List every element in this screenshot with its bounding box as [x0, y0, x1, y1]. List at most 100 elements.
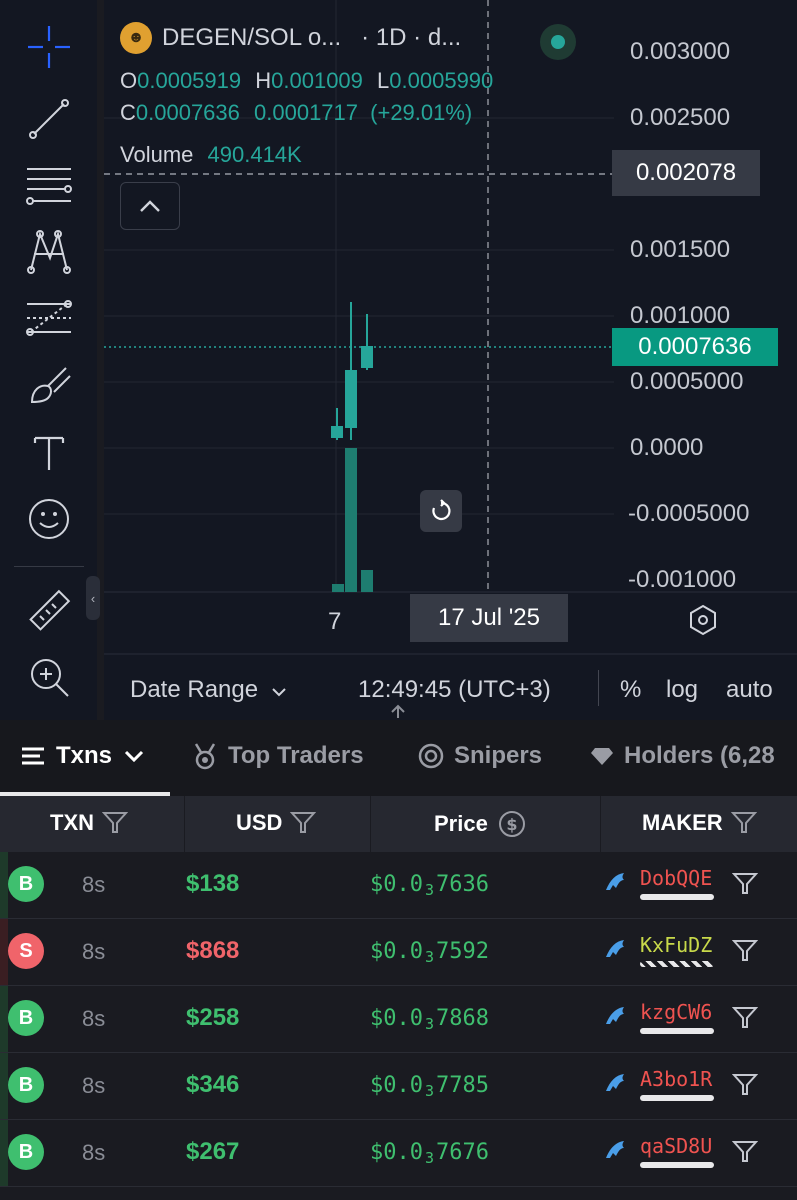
close-label: C	[120, 100, 136, 125]
volume-bar	[361, 570, 373, 592]
table-row[interactable]: B 8s $267 $0.0 37676 qaSD8U	[0, 1120, 797, 1187]
diamond-icon	[591, 748, 613, 765]
txn-usd: $868	[186, 937, 240, 964]
column-label: MAKER	[642, 810, 723, 835]
filter-icon	[102, 812, 128, 833]
token-logo: ☻	[120, 22, 152, 54]
maker-holding-bar	[640, 894, 714, 900]
collapse-toolbar-button[interactable]: ‹	[86, 576, 100, 620]
txn-usd: $346	[186, 1071, 240, 1098]
tab-label: Txns	[56, 742, 113, 769]
price-digits: 7868	[436, 1006, 489, 1031]
high-label: H	[255, 68, 272, 93]
filter-icon[interactable]	[732, 1006, 758, 1030]
volume-value: 490.414K	[207, 142, 302, 167]
maker-holding-bar	[640, 1162, 714, 1168]
txn-age: 8s	[82, 1006, 106, 1031]
dolphin-icon	[606, 1007, 624, 1024]
maker-address[interactable]: KxFuDZ	[640, 933, 712, 957]
clock-timezone[interactable]: 12:49:45 (UTC+3)	[358, 676, 551, 704]
reset-chart-button[interactable]	[420, 490, 462, 532]
txn-price: $0.0 37592	[370, 939, 489, 966]
date-range-dropdown[interactable]: Date Range	[130, 676, 287, 704]
maker-address[interactable]: kzgCW6	[640, 1000, 712, 1024]
table-row[interactable]: B 8s $138 $0.0 37636 DobQQE	[0, 852, 797, 919]
maker-holding-bar	[640, 1028, 714, 1034]
time-axis-label: 7	[328, 608, 342, 635]
symbol-name: DEGEN/SOL o...	[162, 24, 342, 51]
collapse-legend-button[interactable]	[120, 182, 180, 230]
text-tool[interactable]	[22, 426, 76, 480]
target-icon	[418, 743, 444, 769]
price-axis-label: -0.0005000	[628, 500, 750, 527]
maker-address[interactable]: A3bo1R	[640, 1067, 712, 1091]
column-header-price[interactable]: Price $	[434, 810, 526, 838]
column-header-usd[interactable]: USD	[236, 810, 317, 836]
column-divider	[184, 796, 185, 852]
crosshair-tool[interactable]	[22, 20, 76, 74]
column-divider	[370, 796, 371, 852]
price-prefix: $0.0	[370, 939, 423, 964]
table-row[interactable]: B 8s $258 $0.0 37868 kzgCW6	[0, 986, 797, 1053]
txn-price: $0.0 37868	[370, 1006, 489, 1033]
row-side-indicator	[0, 852, 8, 918]
price-axis-label: 0.0005000	[630, 368, 744, 395]
currency-toggle-icon: $	[498, 811, 525, 837]
tab-top-traders[interactable]: Top Traders	[192, 742, 364, 770]
brush-tool[interactable]	[22, 358, 76, 412]
tab-txns[interactable]: Txns	[22, 742, 144, 770]
auto-scale-toggle[interactable]: auto	[726, 676, 773, 704]
ruler-tool[interactable]	[22, 584, 76, 638]
txn-age: 8s	[82, 1073, 106, 1098]
table-row[interactable]: B 8s $346 $0.0 37785 A3bo1R	[0, 1053, 797, 1120]
filter-icon[interactable]	[732, 1140, 758, 1164]
maker-address[interactable]: DobQQE	[640, 866, 712, 890]
fib-retracement-icon	[26, 300, 72, 336]
price-axis-label: 0.003000	[630, 38, 731, 65]
buy-badge: B	[8, 866, 44, 902]
filter-icon[interactable]	[732, 1073, 758, 1097]
ruler-icon	[29, 589, 71, 631]
zoom-tool[interactable]	[22, 650, 76, 704]
row-side-indicator	[0, 919, 8, 985]
chart-settings-button[interactable]	[688, 604, 718, 641]
emoji-tool[interactable]	[22, 492, 76, 546]
high-value: 0.001009	[271, 68, 363, 93]
row-side-indicator	[0, 1053, 8, 1119]
fib-tool[interactable]	[22, 292, 76, 346]
symbol-legend[interactable]: ☻ DEGEN/SOL o... · 1D · d...	[120, 22, 461, 54]
filter-icon[interactable]	[732, 872, 758, 896]
sell-badge: S	[8, 933, 44, 969]
pattern-tool[interactable]	[22, 224, 76, 278]
pattern-icon	[27, 230, 71, 274]
close-value: 0.0007636	[135, 100, 240, 125]
price-zero-count: 3	[424, 881, 435, 899]
table-row[interactable]: S 8s $868 $0.0 37592 KxFuDZ	[0, 919, 797, 986]
percent-scale-toggle[interactable]: %	[620, 676, 641, 704]
price-digits: 7676	[436, 1140, 489, 1165]
brush-icon	[30, 367, 71, 404]
ohlc-row-2: C0.0007636 0.0001717 (+29.01%)	[120, 100, 472, 126]
txn-price: $0.0 37676	[370, 1140, 489, 1167]
column-header-txn[interactable]: TXN	[50, 810, 128, 836]
filter-icon[interactable]	[732, 939, 758, 963]
price-digits: 7636	[436, 872, 489, 897]
market-status-indicator[interactable]	[540, 24, 576, 60]
menu-icon	[22, 747, 44, 765]
tab-holders[interactable]: Holders (6,28	[590, 742, 775, 770]
change-percent: (+29.01%)	[370, 100, 473, 125]
price-chart[interactable]: ☻ DEGEN/SOL o... · 1D · d... O0.0005919 …	[104, 0, 797, 720]
log-scale-toggle[interactable]: log	[666, 676, 698, 704]
tab-snipers[interactable]: Snipers	[418, 742, 542, 770]
trend-line-tool[interactable]	[22, 92, 76, 146]
maker-address[interactable]: qaSD8U	[640, 1134, 712, 1158]
horizontal-lines-tool[interactable]	[22, 158, 76, 212]
bottom-tabs: Txns Top Traders Snipers Holders (6,28	[0, 720, 797, 796]
low-value: 0.0005990	[389, 68, 494, 93]
crosshair-price-label: 0.002078	[612, 150, 760, 196]
price-digits: 7592	[436, 939, 489, 964]
column-header-maker[interactable]: MAKER	[642, 810, 757, 836]
column-label: Price	[434, 811, 488, 836]
maker-holding-bar	[640, 961, 714, 967]
price-axis-label: 0.001000	[630, 302, 731, 329]
